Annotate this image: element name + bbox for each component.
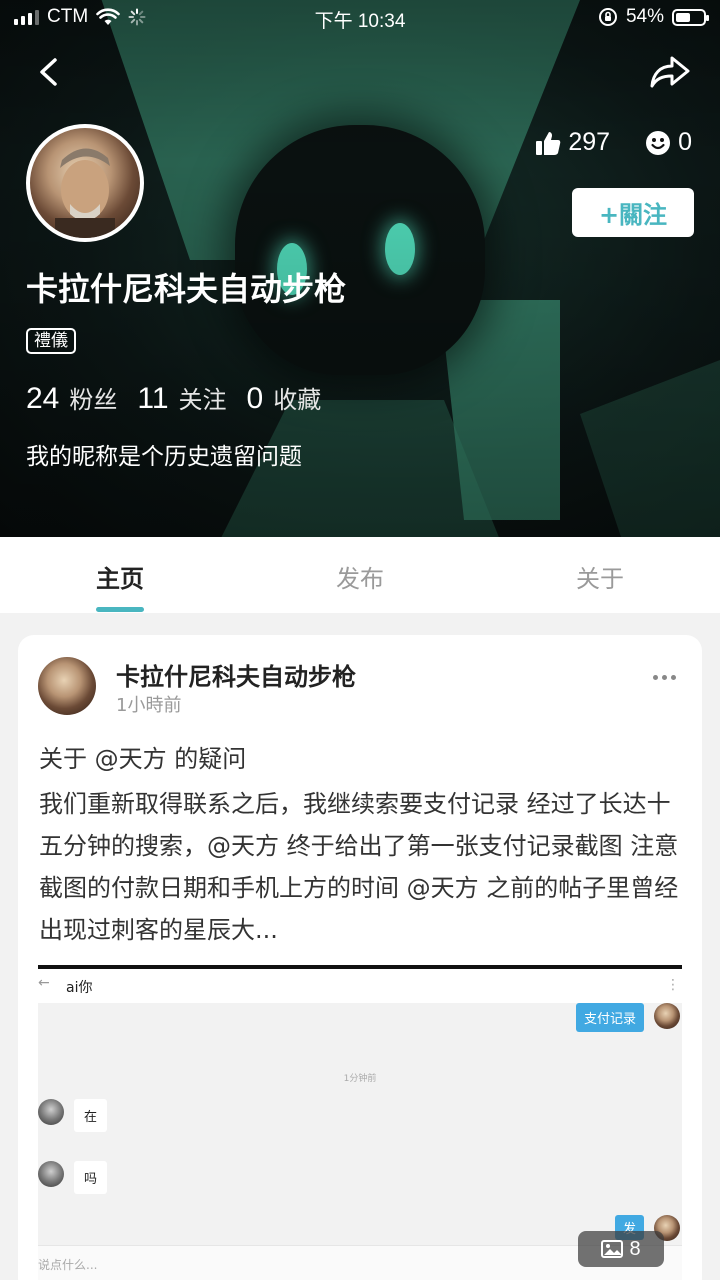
profile-avatar[interactable] <box>26 124 144 242</box>
tab-home[interactable]: 主页 <box>40 559 200 594</box>
followers-count: 24 <box>26 382 60 415</box>
status-bar: CTM 下午 10:34 54% <box>0 0 720 36</box>
screenshot-receiver-avatar <box>38 1099 64 1125</box>
share-arrow-icon <box>650 56 690 88</box>
post-author-avatar[interactable] <box>38 657 96 715</box>
likes-stat[interactable]: 297 <box>534 128 610 157</box>
battery-icon <box>672 8 709 26</box>
more-options-icon[interactable] <box>653 675 676 680</box>
reactions-count: 0 <box>678 128 692 156</box>
post-timestamp: 1小時前 <box>116 695 182 716</box>
favorites-count: 0 <box>246 382 264 415</box>
tab-posts[interactable]: 发布 <box>280 559 440 594</box>
follow-button[interactable]: +關注 <box>572 188 694 237</box>
battery-percentage: 54% <box>625 6 664 27</box>
screenshot-sender-avatar <box>654 1003 680 1029</box>
screenshot-outgoing-message: 支付记录 <box>575 1003 644 1032</box>
post-author-name[interactable]: 卡拉什尼科夫自动步枪 <box>116 657 356 692</box>
screenshot-menu-icon: ⋮ <box>666 977 680 993</box>
share-button[interactable] <box>648 52 692 92</box>
tab-about[interactable]: 关于 <box>520 559 680 594</box>
thumbs-up-icon <box>536 131 561 155</box>
following-stat[interactable]: 11 关注 <box>137 380 226 416</box>
profile-stats-top: 297 0 <box>534 128 692 157</box>
orientation-lock-icon <box>598 8 617 26</box>
smiley-face-icon <box>646 130 671 155</box>
active-tab-indicator <box>96 607 144 612</box>
post-title[interactable]: 关于 @天方 的疑问 <box>39 739 246 774</box>
followers-stat[interactable]: 24 粉丝 <box>26 380 117 416</box>
followers-label: 粉丝 <box>69 386 118 414</box>
screenshot-timestamp: 1分钟前 <box>343 1074 377 1084</box>
avatar-portrait <box>55 148 115 238</box>
chevron-left-icon <box>40 58 57 86</box>
image-count: 8 <box>629 1237 641 1260</box>
favorites-stat[interactable]: 0 收藏 <box>247 380 322 416</box>
screenshot-chat-header: ← ai你 ⋮ <box>38 969 682 1003</box>
screenshot-input-placeholder: 说点什么... <box>38 1258 98 1272</box>
following-count: 11 <box>137 382 169 415</box>
likes-count: 297 <box>568 128 611 156</box>
user-tag-badge: 禮儀 <box>26 328 76 354</box>
profile-bio: 我的昵称是个历史遗留问题 <box>26 444 302 470</box>
screenshot-back-arrow-icon: ← <box>38 975 50 991</box>
profile-counts: 24 粉丝 11 关注 0 收藏 <box>26 380 321 416</box>
screenshot-receiver-avatar <box>38 1161 64 1187</box>
image-count-badge[interactable]: 8 <box>578 1231 664 1267</box>
favorites-label: 收藏 <box>273 386 322 414</box>
following-label: 关注 <box>178 386 227 414</box>
profile-nickname: 卡拉什尼科夫自动步枪 <box>26 270 347 308</box>
back-button[interactable] <box>30 52 70 92</box>
image-gallery-icon <box>601 1240 624 1258</box>
post-card[interactable]: 卡拉什尼科夫自动步枪 1小時前 关于 @天方 的疑问 我们重新取得联系之后，我继… <box>18 635 702 1280</box>
screenshot-incoming-message: 吗 <box>74 1161 108 1194</box>
screenshot-incoming-message: 在 <box>74 1099 108 1132</box>
post-body[interactable]: 我们重新取得联系之后，我继续索要支付记录 经过了长达十五分钟的搜索，@天方 终于… <box>39 783 683 951</box>
battery-fill <box>676 12 691 22</box>
screenshot-chat-title: ai你 <box>66 980 93 996</box>
reactions-stat[interactable]: 0 <box>644 128 692 157</box>
profile-tabs: 主页 发布 关于 <box>0 537 720 613</box>
